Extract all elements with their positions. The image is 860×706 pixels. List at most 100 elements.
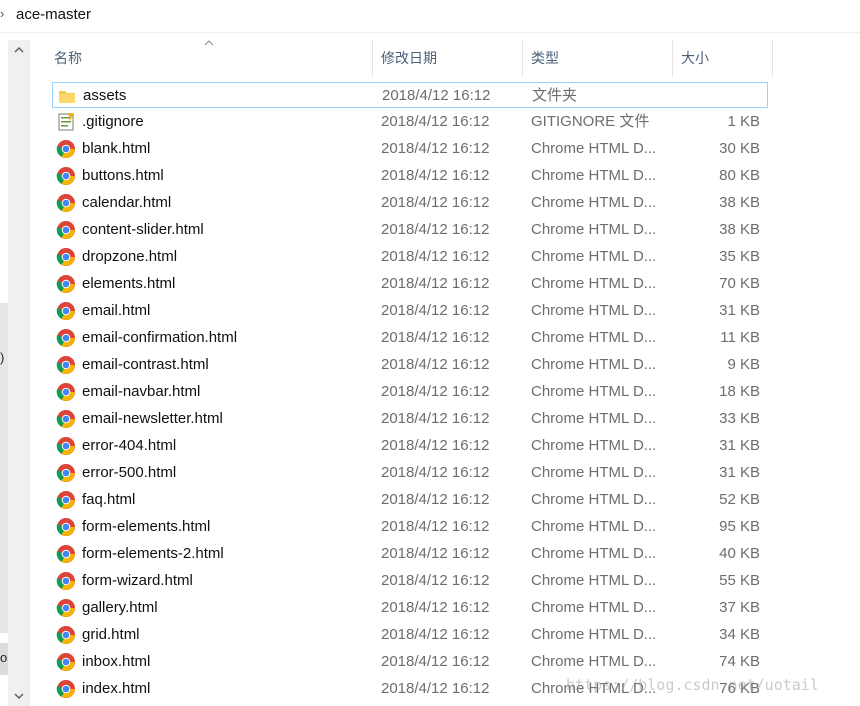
column-header: 名称 修改日期 类型 大小 bbox=[46, 40, 776, 76]
file-type: Chrome HTML D... bbox=[531, 410, 657, 427]
chrome-icon bbox=[56, 436, 76, 456]
file-row[interactable]: error-404.html 2018/4/12 16:12 Chrome HTML… bbox=[52, 433, 768, 459]
chrome-icon bbox=[56, 652, 76, 672]
file-row[interactable]: email.html 2018/4/12 16:12 Chrome HTML D..… bbox=[52, 298, 768, 324]
file-name[interactable]: error-404.html bbox=[82, 437, 176, 455]
file-row[interactable]: gallery.html 2018/4/12 16:12 Chrome HTML D… bbox=[52, 595, 768, 621]
file-date-modified: 2018/4/12 16:12 bbox=[381, 572, 490, 589]
file-name[interactable]: email-navbar.html bbox=[82, 383, 200, 401]
file-name[interactable]: email.html bbox=[82, 302, 150, 320]
text-file-icon bbox=[56, 112, 76, 132]
file-size: 9 KB bbox=[727, 356, 760, 373]
file-row[interactable]: form-elements.html 2018/4/12 16:12 Chrome … bbox=[52, 514, 768, 540]
file-type: Chrome HTML D... bbox=[531, 221, 657, 238]
chrome-icon bbox=[56, 274, 76, 294]
file-size: 33 KB bbox=[719, 410, 760, 427]
file-name[interactable]: form-elements.html bbox=[82, 518, 210, 536]
chrome-icon bbox=[56, 355, 76, 375]
file-date-modified: 2018/4/12 16:12 bbox=[381, 221, 490, 238]
file-name[interactable]: assets bbox=[83, 87, 126, 105]
file-name[interactable]: error-500.html bbox=[82, 464, 176, 482]
file-date-modified: 2018/4/12 16:12 bbox=[381, 464, 490, 481]
file-name[interactable]: grid.html bbox=[82, 626, 140, 644]
file-row[interactable]: email-newsletter.html 2018/4/12 16:12 Chro… bbox=[52, 406, 768, 432]
file-row[interactable]: email-navbar.html 2018/4/12 16:12 Chrome H… bbox=[52, 379, 768, 405]
navigation-text-fragment: o bbox=[0, 650, 8, 665]
file-name[interactable]: content-slider.html bbox=[82, 221, 204, 239]
file-row[interactable]: content-slider.html 2018/4/12 16:12 Chrome… bbox=[52, 217, 768, 243]
file-type: Chrome HTML D... bbox=[531, 329, 657, 346]
file-name[interactable]: inbox.html bbox=[82, 653, 150, 671]
file-row[interactable]: calendar.html 2018/4/12 16:12 Chrome HTML … bbox=[52, 190, 768, 216]
file-name[interactable]: faq.html bbox=[82, 491, 135, 509]
chrome-icon bbox=[56, 409, 76, 429]
file-name[interactable]: email-confirmation.html bbox=[82, 329, 237, 347]
file-row[interactable]: email-contrast.html 2018/4/12 16:12 Chrome… bbox=[52, 352, 768, 378]
address-bar[interactable]: › ace-master bbox=[0, 0, 860, 33]
breadcrumb-folder[interactable]: ace-master bbox=[16, 6, 91, 24]
file-name[interactable]: buttons.html bbox=[82, 167, 164, 185]
watermark: https://blog.csdn.net/uotail bbox=[566, 676, 819, 694]
vertical-scrollbar[interactable] bbox=[8, 40, 30, 706]
file-row[interactable]: assets 2018/4/12 16:12 文件夹 bbox=[52, 82, 768, 108]
chrome-icon bbox=[56, 220, 76, 240]
file-date-modified: 2018/4/12 16:12 bbox=[381, 140, 490, 157]
file-name[interactable]: .gitignore bbox=[82, 113, 144, 131]
file-row[interactable]: faq.html 2018/4/12 16:12 Chrome HTML D... 5… bbox=[52, 487, 768, 513]
column-name[interactable]: 名称 bbox=[46, 40, 373, 76]
column-date-modified[interactable]: 修改日期 bbox=[373, 40, 523, 76]
file-name[interactable]: form-elements-2.html bbox=[82, 545, 224, 563]
chrome-icon bbox=[56, 490, 76, 510]
file-name[interactable]: gallery.html bbox=[82, 599, 158, 617]
file-name[interactable]: email-contrast.html bbox=[82, 356, 209, 374]
file-date-modified: 2018/4/12 16:12 bbox=[381, 626, 490, 643]
file-row[interactable]: form-elements-2.html 2018/4/12 16:12 Chrom… bbox=[52, 541, 768, 567]
file-row[interactable]: error-500.html 2018/4/12 16:12 Chrome HTML… bbox=[52, 460, 768, 486]
file-name[interactable]: form-wizard.html bbox=[82, 572, 193, 590]
file-date-modified: 2018/4/12 16:12 bbox=[381, 518, 490, 535]
file-size: 11 KB bbox=[720, 329, 760, 346]
file-date-modified: 2018/4/12 16:12 bbox=[381, 248, 490, 265]
file-size: 52 KB bbox=[719, 491, 760, 508]
scroll-up-arrow-icon[interactable] bbox=[8, 40, 30, 60]
file-date-modified: 2018/4/12 16:12 bbox=[381, 329, 490, 346]
file-type: Chrome HTML D... bbox=[531, 383, 657, 400]
file-name[interactable]: calendar.html bbox=[82, 194, 171, 212]
chevron-right-icon[interactable]: › bbox=[0, 6, 10, 22]
file-name[interactable]: blank.html bbox=[82, 140, 150, 158]
file-row[interactable]: grid.html 2018/4/12 16:12 Chrome HTML D...… bbox=[52, 622, 768, 648]
column-type[interactable]: 类型 bbox=[523, 40, 673, 76]
file-type: Chrome HTML D... bbox=[531, 248, 657, 265]
file-date-modified: 2018/4/12 16:12 bbox=[381, 491, 490, 508]
chrome-icon bbox=[56, 517, 76, 537]
file-row[interactable]: buttons.html 2018/4/12 16:12 Chrome HTML D… bbox=[52, 163, 768, 189]
file-name[interactable]: elements.html bbox=[82, 275, 175, 293]
file-size: 30 KB bbox=[719, 140, 760, 157]
navigation-pane bbox=[0, 33, 8, 706]
file-row[interactable]: blank.html 2018/4/12 16:12 Chrome HTML D..… bbox=[52, 136, 768, 162]
file-size: 34 KB bbox=[719, 626, 760, 643]
chrome-icon bbox=[56, 166, 76, 186]
file-row[interactable]: form-wizard.html 2018/4/12 16:12 Chrome HT… bbox=[52, 568, 768, 594]
file-name[interactable]: index.html bbox=[82, 680, 150, 698]
file-type: Chrome HTML D... bbox=[531, 653, 657, 670]
file-row[interactable]: inbox.html 2018/4/12 16:12 Chrome HTML D..… bbox=[52, 649, 768, 675]
file-date-modified: 2018/4/12 16:12 bbox=[381, 302, 490, 319]
file-row[interactable]: dropzone.html 2018/4/12 16:12 Chrome HTML … bbox=[52, 244, 768, 270]
scroll-down-arrow-icon[interactable] bbox=[8, 686, 30, 706]
file-type: Chrome HTML D... bbox=[531, 572, 657, 589]
file-size: 95 KB bbox=[719, 518, 760, 535]
navigation-text-fragment: ) bbox=[0, 350, 5, 365]
file-type: Chrome HTML D... bbox=[531, 167, 657, 184]
file-name[interactable]: dropzone.html bbox=[82, 248, 177, 266]
file-type: Chrome HTML D... bbox=[531, 626, 657, 643]
file-row[interactable]: elements.html 2018/4/12 16:12 Chrome HTML … bbox=[52, 271, 768, 297]
file-type: Chrome HTML D... bbox=[531, 545, 657, 562]
file-row[interactable]: .gitignore 2018/4/12 16:12 GITIGNORE 文件 1 K… bbox=[52, 109, 768, 135]
chrome-icon bbox=[56, 328, 76, 348]
chrome-icon bbox=[56, 679, 76, 699]
file-name[interactable]: email-newsletter.html bbox=[82, 410, 223, 428]
column-size[interactable]: 大小 bbox=[673, 40, 773, 76]
file-row[interactable]: email-confirmation.html 2018/4/12 16:12 Ch… bbox=[52, 325, 768, 351]
file-size: 35 KB bbox=[719, 248, 760, 265]
